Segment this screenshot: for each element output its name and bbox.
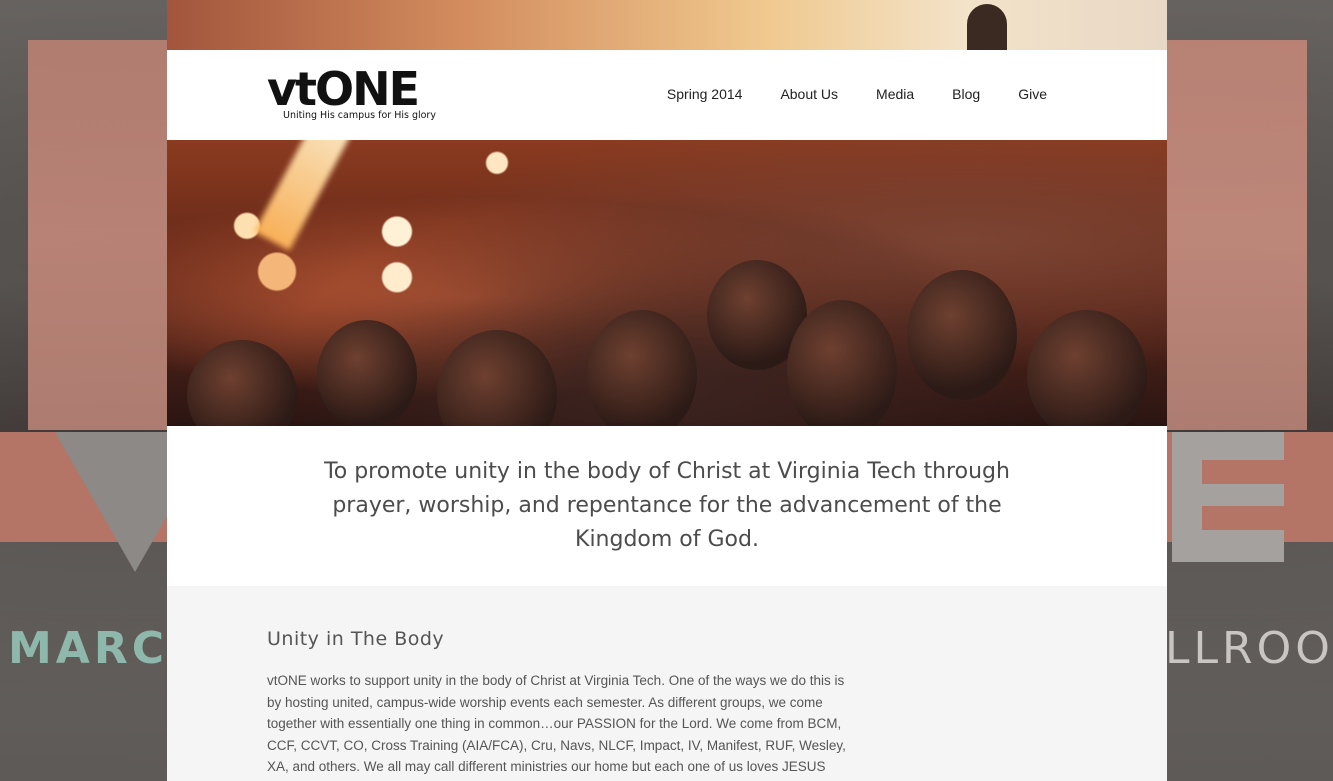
stage-light-beam — [254, 140, 360, 251]
mission-statement: To promote unity in the body of Christ a… — [167, 426, 1167, 586]
site-logo[interactable]: vtONE Uniting His campus for His glory — [267, 66, 477, 124]
background-e-shape — [1172, 432, 1284, 562]
singer-image — [967, 4, 1007, 50]
site-header: vtONE Uniting His campus for His glory S… — [167, 50, 1167, 140]
section-heading: Unity in The Body — [267, 628, 445, 650]
crowd-head — [787, 300, 897, 426]
crowd-head — [437, 330, 557, 426]
content-section: Unity in The Body vtONE works to support… — [167, 586, 1167, 781]
section-body: vtONE works to support unity in the body… — [267, 673, 846, 781]
nav-blog[interactable]: Blog — [952, 86, 980, 102]
crowd-head — [1027, 310, 1147, 426]
background-panel-right — [1167, 40, 1307, 430]
logo-tagline: Uniting His campus for His glory — [283, 110, 436, 121]
nav-give[interactable]: Give — [1018, 86, 1047, 102]
page-column: vtONE Uniting His campus for His glory S… — [167, 0, 1167, 781]
top-photo-strip — [167, 0, 1167, 50]
crowd-head — [187, 340, 297, 426]
crowd-head — [587, 310, 697, 426]
nav-about-us[interactable]: About Us — [780, 86, 838, 102]
hero-image — [167, 140, 1167, 426]
mission-text: To promote unity in the body of Christ a… — [324, 459, 1010, 552]
crowd-head — [317, 320, 417, 426]
background-text-right: LLROOM — [1165, 623, 1333, 674]
background-panel-left — [28, 40, 167, 430]
logo-wordmark: vtONE — [267, 62, 420, 116]
nav-media[interactable]: Media — [876, 86, 914, 102]
crowd-head — [907, 270, 1017, 400]
main-nav: Spring 2014 About Us Media Blog Give — [629, 86, 1047, 102]
nav-spring-2014[interactable]: Spring 2014 — [667, 86, 743, 102]
